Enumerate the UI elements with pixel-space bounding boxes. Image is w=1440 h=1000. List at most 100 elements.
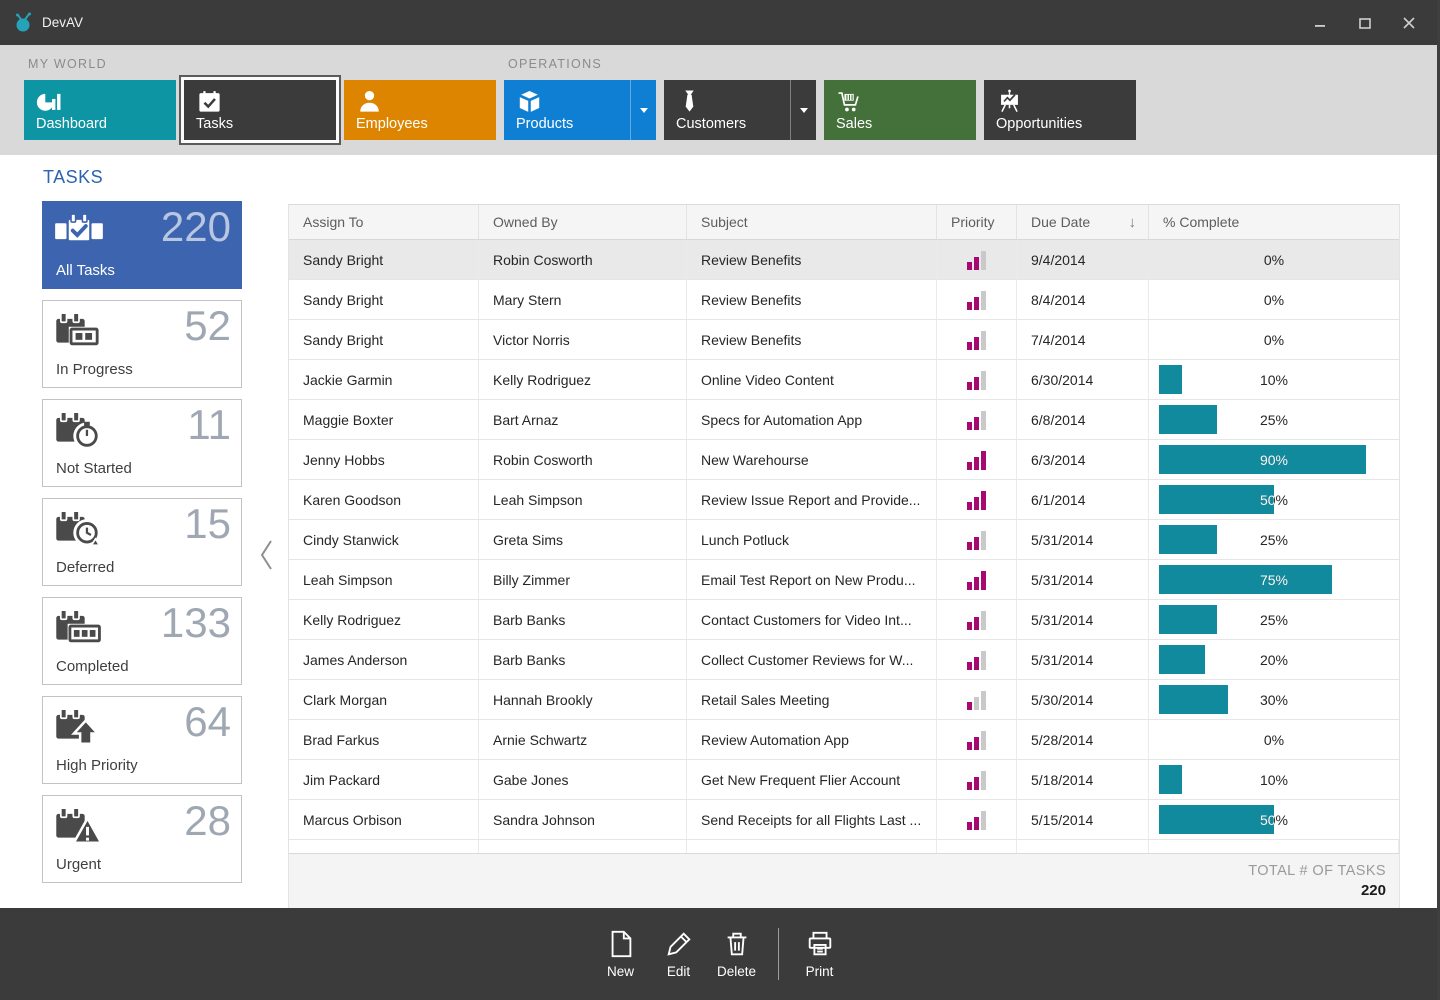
progress-label: 10%: [1159, 760, 1389, 799]
tile-label: Sales: [836, 116, 872, 132]
high-priority-icon: [54, 708, 104, 748]
opportunities-icon: [996, 88, 1023, 115]
sidebar-tile-not-started[interactable]: 11 Not Started: [42, 399, 242, 487]
sidebar-tile-urgent[interactable]: 28 Urgent: [42, 795, 242, 883]
minimize-button[interactable]: [1306, 8, 1336, 38]
table-row[interactable]: Jim Packard Gabe Jones Get New Frequent …: [289, 760, 1399, 800]
ribbon-tile-products[interactable]: Products: [504, 80, 656, 140]
chevron-down-icon: [640, 108, 648, 113]
sidebar-tile-in-progress[interactable]: 52 In Progress: [42, 300, 242, 388]
new-button[interactable]: New: [592, 929, 650, 979]
table-row[interactable]: Cindy Stanwick Greta Sims Lunch Potluck …: [289, 520, 1399, 560]
table-row[interactable]: Karen Goodson Leah Simpson Review Issue …: [289, 480, 1399, 520]
priority-bars-icon: [967, 330, 986, 350]
customers-dropdown[interactable]: [790, 80, 816, 140]
task-filter-tiles: 220 All Tasks 52 In Progress 11 Not Star…: [42, 201, 242, 894]
table-row[interactable]: Marcus Orbison Sandra Johnson Send Recei…: [289, 800, 1399, 840]
ribbon-tile-employees[interactable]: Employees: [344, 80, 496, 140]
table-row[interactable]: Maggie Boxter Bart Arnaz Specs for Autom…: [289, 400, 1399, 440]
sidebar-tile-completed[interactable]: 133 Completed: [42, 597, 242, 685]
page-title: TASKS: [43, 167, 103, 188]
column-header-due-date[interactable]: Due Date ↓: [1017, 205, 1149, 239]
table-body: Sandy Bright Robin Cosworth Review Benef…: [289, 240, 1399, 840]
table-row[interactable]: James Anderson Barb Banks Collect Custom…: [289, 640, 1399, 680]
maximize-button[interactable]: [1350, 8, 1380, 38]
app-window: DevAV MY WORLD Dashboard: [0, 0, 1440, 1000]
priority-bars-icon: [967, 650, 986, 670]
tile-label: Deferred: [56, 559, 114, 576]
tile-label: Products: [516, 116, 573, 132]
ribbon-tile-tasks[interactable]: Tasks: [184, 80, 336, 140]
print-button[interactable]: Print: [791, 929, 849, 979]
tile-count: 11: [187, 404, 231, 446]
sidebar-tile-all-tasks[interactable]: 220 All Tasks: [42, 201, 242, 289]
cell-pct-complete: 50% 50%: [1149, 800, 1399, 839]
progress-track: 25% 25%: [1159, 600, 1389, 639]
total-tasks-label: TOTAL # OF TASKS: [1248, 863, 1386, 879]
progress-track: 0% 0%: [1159, 280, 1389, 319]
progress-label-inverse: 25%: [1159, 520, 1217, 559]
column-header-priority[interactable]: Priority: [937, 205, 1017, 239]
tile-count: 52: [184, 305, 231, 347]
progress-label-inverse: 10%: [1159, 360, 1182, 399]
table-row[interactable]: Clark Morgan Hannah Brookly Retail Sales…: [289, 680, 1399, 720]
cell-subject: Collect Customer Reviews for W...: [687, 640, 937, 679]
table-row[interactable]: Brad Farkus Arnie Schwartz Review Automa…: [289, 720, 1399, 760]
cell-owned-by: Barb Banks: [479, 640, 687, 679]
cell-assign-to: James Anderson: [289, 640, 479, 679]
table-row[interactable]: Leah Simpson Billy Zimmer Email Test Rep…: [289, 560, 1399, 600]
close-button[interactable]: [1394, 8, 1424, 38]
table-row[interactable]: Jackie Garmin Kelly Rodriguez Online Vid…: [289, 360, 1399, 400]
progress-track: 0% 0%: [1159, 720, 1389, 759]
priority-bars-icon: [967, 530, 986, 550]
table-row[interactable]: Sandy Bright Mary Stern Review Benefits …: [289, 280, 1399, 320]
column-header-pct-complete[interactable]: % Complete: [1149, 205, 1399, 239]
cell-priority: [937, 640, 1017, 679]
priority-bars-icon: [967, 370, 986, 390]
cell-assign-to: Marcus Orbison: [289, 800, 479, 839]
cell-owned-by: Victor Norris: [479, 320, 687, 359]
tile-label: Completed: [56, 658, 129, 675]
total-tasks-value: 220: [1361, 882, 1386, 899]
cell-assign-to: Kelly Rodriguez: [289, 600, 479, 639]
tasks-icon: [196, 88, 223, 115]
cell-due-date: 5/31/2014: [1017, 520, 1149, 559]
products-dropdown[interactable]: [630, 80, 656, 140]
tile-label: Dashboard: [36, 116, 107, 132]
table-row[interactable]: Jenny Hobbs Robin Cosworth New Warehours…: [289, 440, 1399, 480]
progress-track: 10% 10%: [1159, 760, 1389, 799]
sidebar-tile-deferred[interactable]: 15 Deferred: [42, 498, 242, 586]
cell-pct-complete: 20% 20%: [1149, 640, 1399, 679]
ribbon-tile-opportunities[interactable]: Opportunities: [984, 80, 1136, 140]
sort-descending-icon: ↓: [1129, 214, 1137, 231]
priority-bars-icon: [967, 570, 986, 590]
cell-subject: Retail Sales Meeting: [687, 680, 937, 719]
table-row[interactable]: Sandy Bright Victor Norris Review Benefi…: [289, 320, 1399, 360]
cell-due-date: 5/28/2014: [1017, 720, 1149, 759]
group-label-operations: OPERATIONS: [508, 57, 1136, 71]
cell-pct-complete: 10% 10%: [1149, 360, 1399, 399]
tile-count: 133: [161, 602, 231, 644]
edit-button[interactable]: Edit: [650, 929, 708, 979]
cell-subject: Get New Frequent Flier Account: [687, 760, 937, 799]
print-button-label: Print: [806, 964, 834, 979]
column-header-subject[interactable]: Subject: [687, 205, 937, 239]
cell-priority: [937, 360, 1017, 399]
cell-pct-complete: 25% 25%: [1149, 600, 1399, 639]
sidebar-collapse-chevron[interactable]: [257, 537, 277, 573]
cell-priority: [937, 520, 1017, 559]
ribbon-tile-sales[interactable]: Sales: [824, 80, 976, 140]
ribbon-tile-customers[interactable]: Customers: [664, 80, 816, 140]
cell-pct-complete: 0% 0%: [1149, 320, 1399, 359]
table-row[interactable]: Kelly Rodriguez Barb Banks Contact Custo…: [289, 600, 1399, 640]
cell-pct-complete: 30% 30%: [1149, 680, 1399, 719]
sidebar-tile-high-priority[interactable]: 64 High Priority: [42, 696, 242, 784]
ribbon-tile-dashboard[interactable]: Dashboard: [24, 80, 176, 140]
progress-track: 0% 0%: [1159, 240, 1389, 279]
column-header-assign-to[interactable]: Assign To: [289, 205, 479, 239]
column-header-owned-by[interactable]: Owned By: [479, 205, 687, 239]
delete-button[interactable]: Delete: [708, 929, 766, 979]
tile-label: High Priority: [56, 757, 138, 774]
cell-priority: [937, 560, 1017, 599]
table-row[interactable]: Sandy Bright Robin Cosworth Review Benef…: [289, 240, 1399, 280]
